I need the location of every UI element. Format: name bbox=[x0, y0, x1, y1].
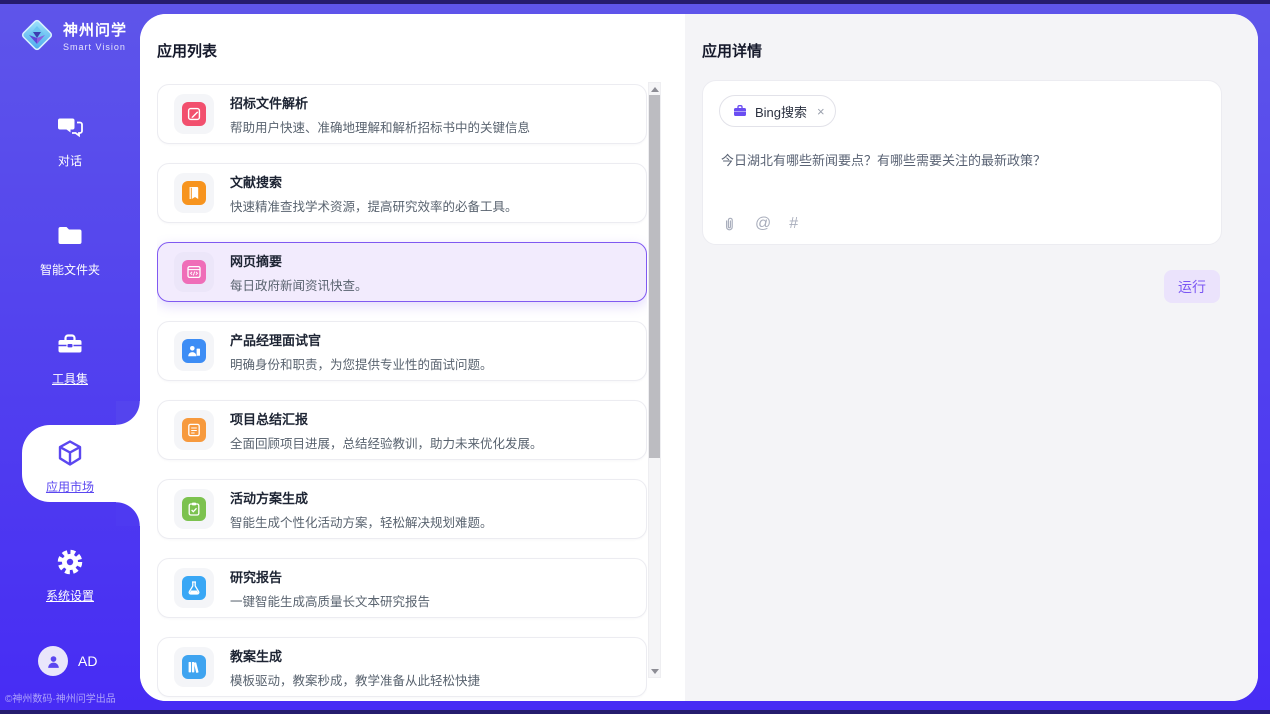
app-list-item[interactable]: 文献搜索 快速精准查找学术资源，提高研究效率的必备工具。 bbox=[157, 163, 647, 223]
diamond-logo-icon bbox=[18, 16, 56, 54]
chat-icon bbox=[55, 112, 85, 142]
run-button[interactable]: 运行 bbox=[1164, 270, 1220, 303]
paperclip-icon[interactable] bbox=[721, 216, 737, 232]
scrollbar-down-arrow-icon[interactable] bbox=[649, 665, 660, 677]
hash-icon[interactable]: # bbox=[789, 216, 798, 232]
app-detail-title: 应用详情 bbox=[702, 40, 762, 61]
avatar bbox=[38, 646, 68, 676]
sidebar-item-chat[interactable]: 对话 bbox=[0, 112, 140, 176]
app-title: 活动方案生成 bbox=[230, 488, 493, 507]
app-icon-tile bbox=[174, 94, 214, 134]
app-description: 明确身份和职责，为您提供专业性的面试问题。 bbox=[230, 354, 493, 373]
brand-name: 神州问学 bbox=[63, 19, 127, 40]
app-title: 产品经理面试官 bbox=[230, 330, 493, 349]
sidebar-item-cube[interactable]: 应用市场 bbox=[0, 438, 140, 502]
app-list-panel: 应用列表 招标文件解析 帮助用户快速、准确地理解和解析招标书中的关键信息 文献搜… bbox=[140, 14, 685, 701]
app-icon-tile bbox=[174, 173, 214, 213]
app-description: 每日政府新闻资讯快查。 bbox=[230, 275, 368, 294]
note-icon bbox=[182, 418, 206, 442]
edit-document-icon bbox=[182, 102, 206, 126]
app-list-title: 应用列表 bbox=[157, 40, 217, 61]
app-title: 研究报告 bbox=[230, 567, 430, 586]
sidebar-item-toolbox[interactable]: 工具集 bbox=[0, 330, 140, 394]
app-title: 招标文件解析 bbox=[230, 93, 530, 112]
sidebar-item-label: 对话 bbox=[0, 152, 140, 169]
user-avatar-icon bbox=[45, 653, 62, 670]
app-icon-tile bbox=[174, 489, 214, 529]
app-list-item[interactable]: 产品经理面试官 明确身份和职责，为您提供专业性的面试问题。 bbox=[157, 321, 647, 381]
app-list-item[interactable]: 网页摘要 每日政府新闻资讯快查。 bbox=[157, 242, 647, 302]
sidebar-item-label: 智能文件夹 bbox=[0, 261, 140, 278]
app-icon-tile bbox=[174, 331, 214, 371]
app-description: 全面回顾项目进展，总结经验教训，助力未来优化发展。 bbox=[230, 433, 543, 452]
app-description: 模板驱动，教案秒成，教学准备从此轻松快捷 bbox=[230, 670, 480, 689]
sidebar: 神州问学 Smart Vision 对话 智能文件夹 工具集 应用市场 系统设置… bbox=[0, 4, 140, 710]
sidebar-item-label: 系统设置 bbox=[0, 587, 140, 604]
app-icon-tile bbox=[174, 647, 214, 687]
flask-report-icon bbox=[182, 576, 206, 600]
sidebar-item-folder[interactable]: 智能文件夹 bbox=[0, 221, 140, 285]
app-list-scrollbar[interactable] bbox=[648, 82, 661, 678]
user-row[interactable]: AD bbox=[38, 646, 97, 676]
app-icon-tile bbox=[174, 410, 214, 450]
sidebar-item-label: 应用市场 bbox=[0, 478, 140, 495]
app-title: 网页摘要 bbox=[230, 251, 368, 270]
sidebar-footer-credit: ©神州数码·神州问学出品 bbox=[5, 690, 116, 705]
tool-chip-label: Bing搜索 bbox=[755, 102, 807, 121]
scrollbar-thumb[interactable] bbox=[649, 95, 660, 458]
scrollbar-up-arrow-icon[interactable] bbox=[649, 83, 660, 95]
sidebar-item-label: 工具集 bbox=[0, 370, 140, 387]
app-description: 智能生成个性化活动方案，轻松解决规划难题。 bbox=[230, 512, 493, 531]
app-description: 帮助用户快速、准确地理解和解析招标书中的关键信息 bbox=[230, 117, 530, 136]
app-list-item[interactable]: 活动方案生成 智能生成个性化活动方案，轻松解决规划难题。 bbox=[157, 479, 647, 539]
toolbox-icon bbox=[55, 330, 85, 360]
folder-icon bbox=[55, 221, 85, 251]
app-list-item[interactable]: 招标文件解析 帮助用户快速、准确地理解和解析招标书中的关键信息 bbox=[157, 84, 647, 144]
app-detail-card: Bing搜索 × 今日湖北有哪些新闻要点？有哪些需要关注的最新政策？ @# bbox=[702, 80, 1222, 245]
book-icon bbox=[182, 181, 206, 205]
app-list-item[interactable]: 项目总结汇报 全面回顾项目进展，总结经验教训，助力未来优化发展。 bbox=[157, 400, 647, 460]
chip-close-icon[interactable]: × bbox=[817, 104, 825, 119]
user-name: AD bbox=[78, 653, 97, 669]
browser-code-icon bbox=[182, 260, 206, 284]
interviewer-icon bbox=[182, 339, 206, 363]
app-description: 一键智能生成高质量长文本研究报告 bbox=[230, 591, 430, 610]
books-icon bbox=[182, 655, 206, 679]
gear-icon bbox=[55, 547, 85, 577]
app-title: 文献搜索 bbox=[230, 172, 518, 191]
app-detail-panel: 应用详情 Bing搜索 × 今日湖北有哪些新闻要点？有哪些需要关注的最新政策？ … bbox=[685, 14, 1258, 701]
brand-subtitle: Smart Vision bbox=[63, 42, 127, 52]
app-list-item[interactable]: 教案生成 模板驱动，教案秒成，教学准备从此轻松快捷 bbox=[157, 637, 647, 697]
app-description: 快速精准查找学术资源，提高研究效率的必备工具。 bbox=[230, 196, 518, 215]
app-title: 项目总结汇报 bbox=[230, 409, 543, 428]
sidebar-item-gear[interactable]: 系统设置 bbox=[0, 547, 140, 611]
at-icon[interactable]: @ bbox=[755, 216, 771, 232]
app-list: 招标文件解析 帮助用户快速、准确地理解和解析招标书中的关键信息 文献搜索 快速精… bbox=[157, 84, 647, 701]
main-content: 应用列表 招标文件解析 帮助用户快速、准确地理解和解析招标书中的关键信息 文献搜… bbox=[140, 14, 1258, 701]
query-text[interactable]: 今日湖北有哪些新闻要点？有哪些需要关注的最新政策？ bbox=[721, 151, 1203, 171]
brand-logo: 神州问学 Smart Vision bbox=[18, 16, 127, 54]
tool-chip-bing-search[interactable]: Bing搜索 × bbox=[719, 95, 836, 127]
cube-icon bbox=[55, 438, 85, 468]
app-icon-tile bbox=[174, 252, 214, 292]
briefcase-icon bbox=[732, 103, 748, 119]
input-toolbar: @# bbox=[721, 216, 798, 232]
app-list-item[interactable]: 研究报告 一键智能生成高质量长文本研究报告 bbox=[157, 558, 647, 618]
app-title: 教案生成 bbox=[230, 646, 480, 665]
clipboard-check-icon bbox=[182, 497, 206, 521]
app-icon-tile bbox=[174, 568, 214, 608]
